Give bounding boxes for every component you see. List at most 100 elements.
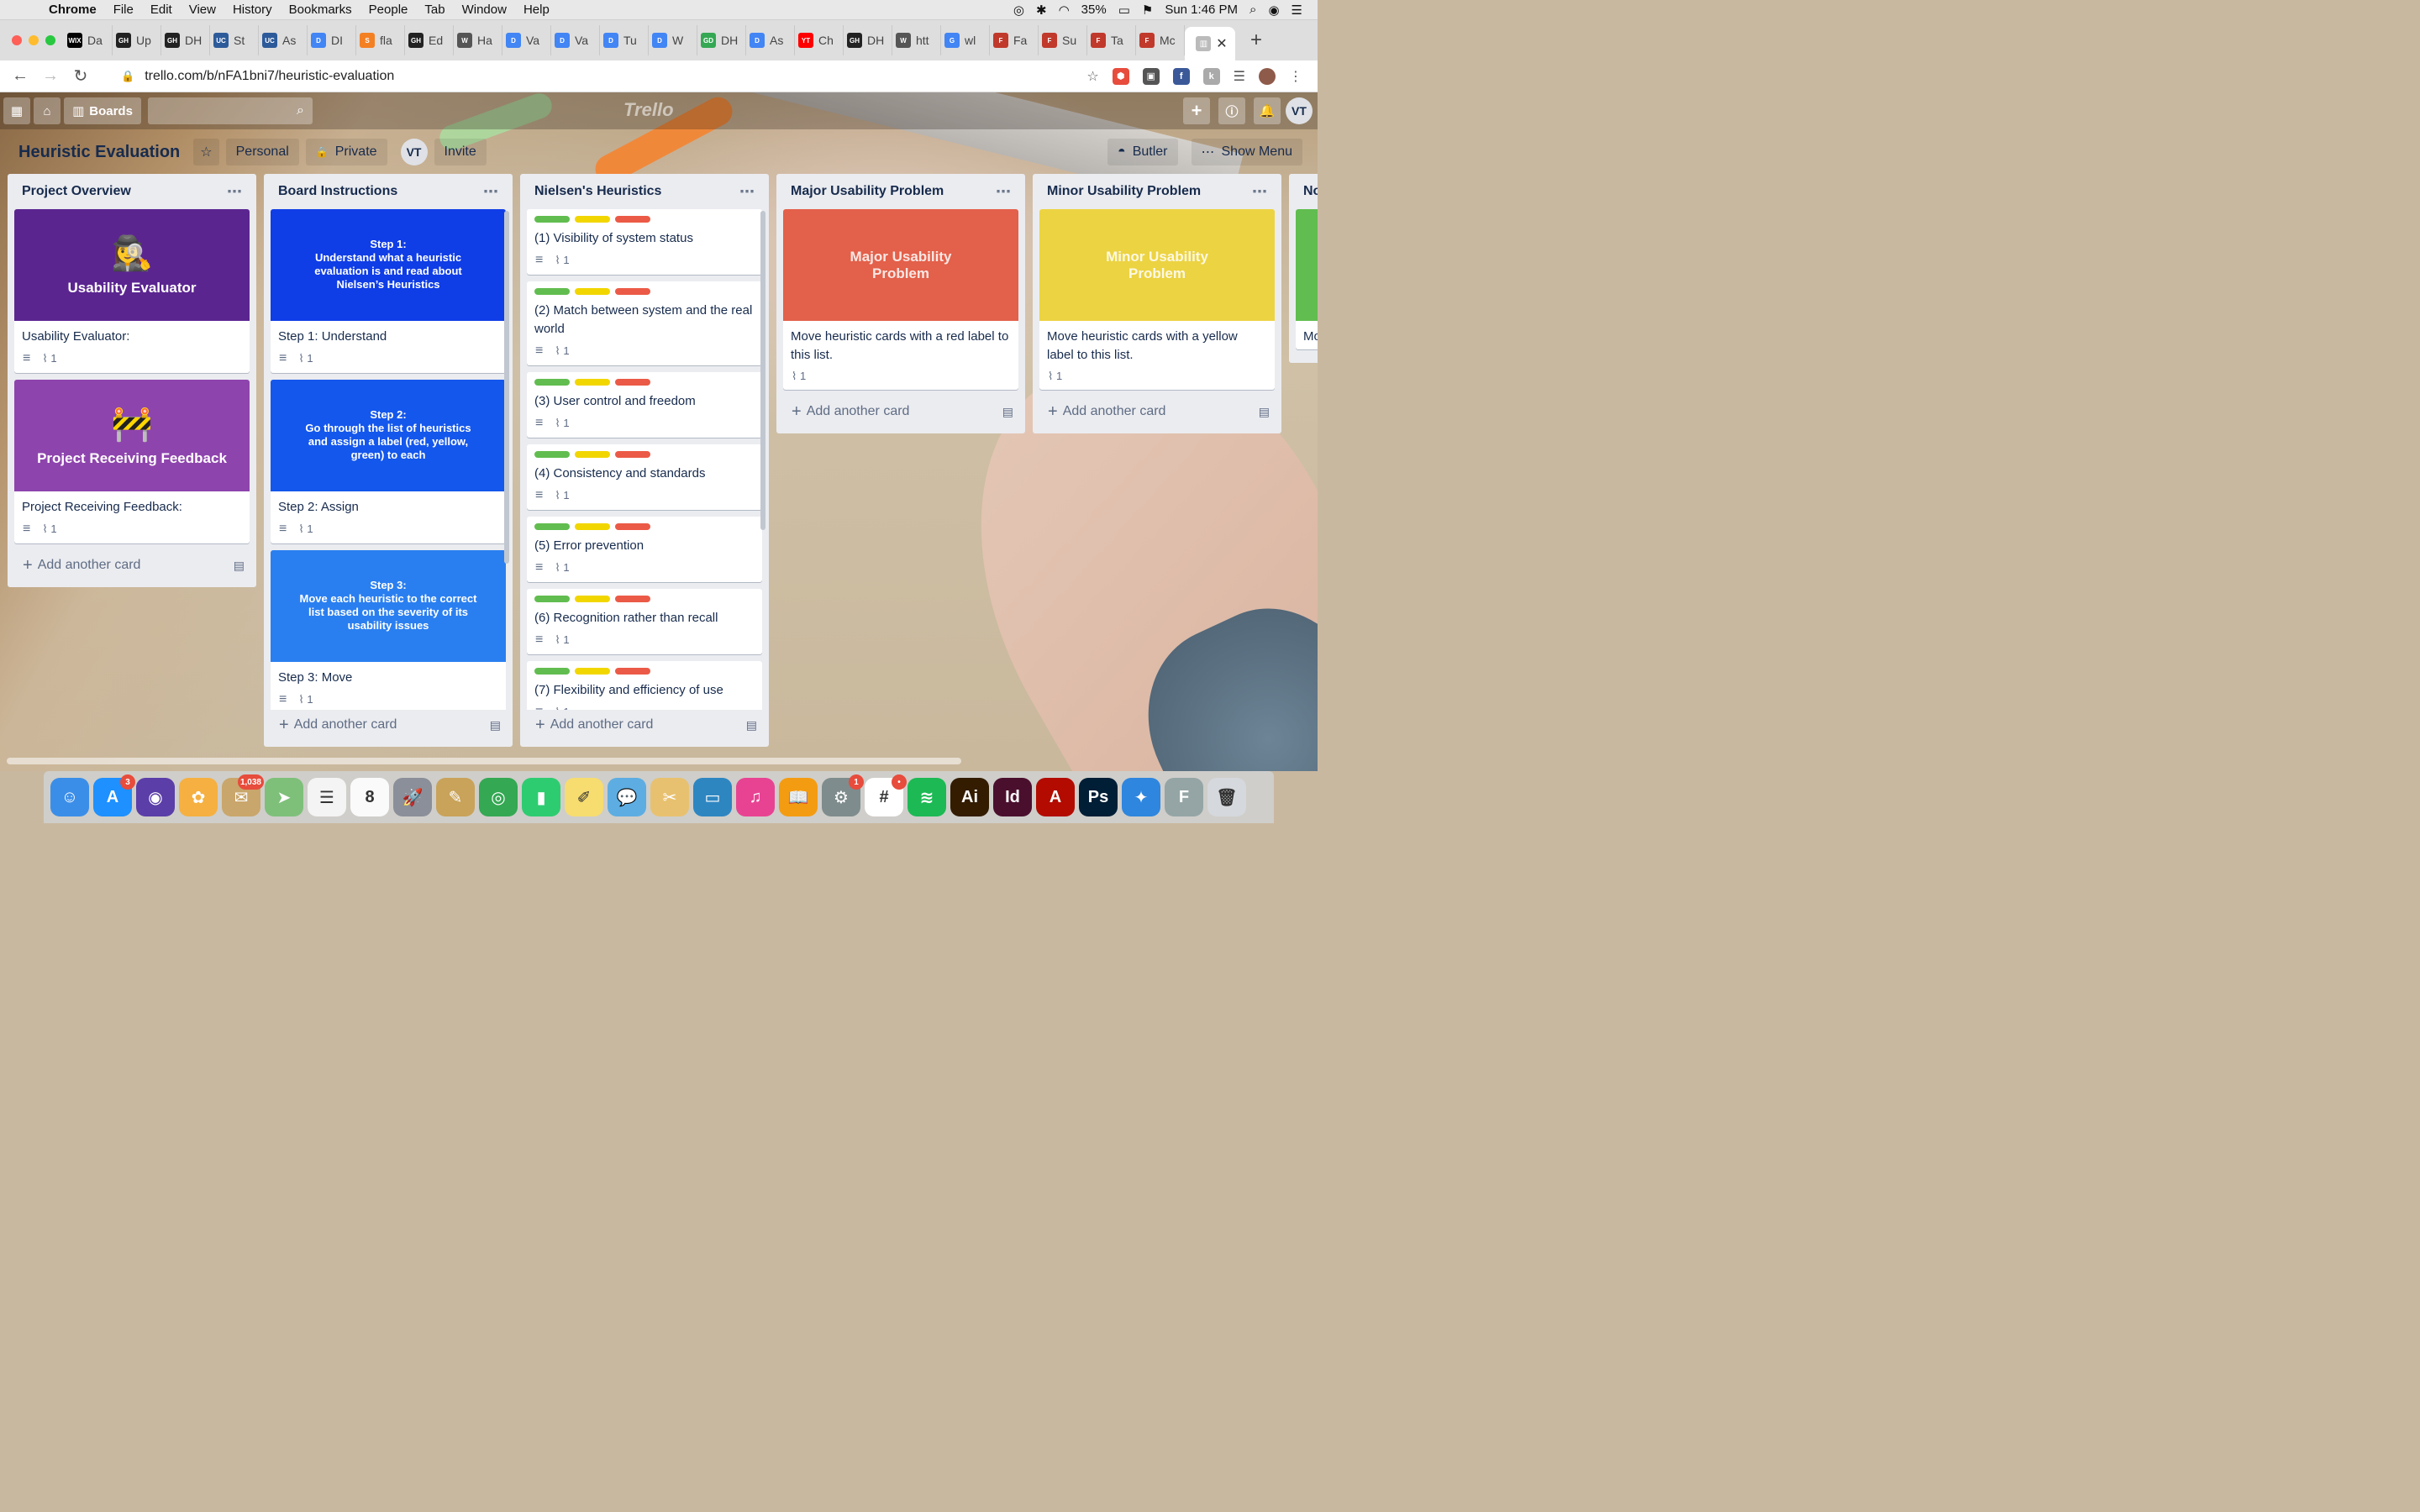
- browser-tab[interactable]: GH DH: [844, 25, 892, 55]
- card-label[interactable]: [575, 523, 610, 530]
- extension-facebook-icon[interactable]: f: [1172, 67, 1190, 85]
- card[interactable]: Step 2: Go through the list of heuristics…: [271, 380, 506, 543]
- card[interactable]: (6) Recognition rather than recall ≡ ⌇ 1: [527, 589, 762, 654]
- search-input[interactable]: ⌕: [148, 97, 313, 124]
- add-card-button[interactable]: + Add another card ▤: [14, 550, 250, 580]
- list-header[interactable]: No: [1296, 174, 1318, 209]
- url-field[interactable]: 🔒 trello.com/b/nFA1bni7/heuristic-evalua…: [121, 69, 394, 84]
- show-menu-button[interactable]: ⋯ Show Menu: [1191, 139, 1302, 165]
- list-menu-icon[interactable]: ⋯: [996, 183, 1018, 201]
- wifi-icon[interactable]: ◠: [1059, 3, 1070, 18]
- browser-tab[interactable]: F Mc: [1136, 25, 1185, 55]
- card[interactable]: (2) Match between system and the real wo…: [527, 281, 762, 365]
- card-label[interactable]: [534, 668, 570, 675]
- card[interactable]: (5) Error prevention ≡ ⌇ 1: [527, 517, 762, 582]
- browser-tab[interactable]: D Tu: [600, 25, 649, 55]
- add-card-button[interactable]: + Add another card ▤: [271, 710, 506, 740]
- card-label[interactable]: [615, 523, 650, 530]
- card-label[interactable]: [534, 596, 570, 602]
- bell-icon[interactable]: 🔔: [1254, 97, 1281, 124]
- menu-window[interactable]: Window: [462, 3, 507, 17]
- apps-grid-icon[interactable]: ▦: [3, 97, 30, 124]
- card-label[interactable]: [534, 451, 570, 458]
- back-arrow-icon[interactable]: ←: [5, 66, 35, 86]
- browser-tab[interactable]: YT Ch: [795, 25, 844, 55]
- browser-tab[interactable]: Whtt: [892, 25, 941, 55]
- card[interactable]: (4) Consistency and standards ≡ ⌇ 1: [527, 444, 762, 510]
- card-label[interactable]: [575, 668, 610, 675]
- minimize-window-button[interactable]: [29, 35, 39, 45]
- browser-tab[interactable]: D Va: [551, 25, 600, 55]
- dock-photoshop-icon[interactable]: Ps: [1079, 778, 1118, 816]
- dock-font-book-icon[interactable]: F: [1165, 778, 1203, 816]
- card-label[interactable]: [615, 288, 650, 295]
- chrome-menu-icon[interactable]: ⋮: [1289, 68, 1302, 85]
- list-menu-icon[interactable]: ⋯: [227, 183, 250, 201]
- trello-logo[interactable]: Trello: [623, 99, 674, 121]
- list-header[interactable]: Project Overview ⋯: [14, 174, 250, 209]
- card[interactable]: (3) User control and freedom ≡ ⌇ 1: [527, 372, 762, 438]
- card[interactable]: (1) Visibility of system status ≡ ⌇ 1: [527, 209, 762, 275]
- siri-icon[interactable]: ◉: [1268, 3, 1279, 18]
- team-button[interactable]: Personal: [225, 139, 299, 165]
- reading-list-icon[interactable]: ☰: [1234, 68, 1245, 85]
- browser-tab[interactable]: F Ta: [1087, 25, 1136, 55]
- spotlight-icon[interactable]: ⌕: [1249, 3, 1256, 17]
- add-card-button[interactable]: + Add another card ▤: [1039, 396, 1275, 427]
- horizontal-scrollbar[interactable]: [0, 756, 1318, 766]
- dock-books-icon[interactable]: 📖: [779, 778, 818, 816]
- browser-tab[interactable]: W Ha: [454, 25, 502, 55]
- menu-tab[interactable]: Tab: [424, 3, 445, 17]
- close-tab-icon[interactable]: ✕: [1216, 35, 1227, 52]
- dock-slack-icon[interactable]: # •: [865, 774, 907, 816]
- close-window-button[interactable]: [12, 35, 22, 45]
- butler-button[interactable]: ◓ Butler: [1107, 139, 1178, 165]
- info-icon[interactable]: ⓘ: [1218, 97, 1245, 124]
- browser-tab[interactable]: F Fa: [990, 25, 1039, 55]
- clock[interactable]: Sun 1:46 PM: [1165, 3, 1238, 17]
- dock-reminders-icon[interactable]: ☰: [308, 778, 346, 816]
- browser-tab[interactable]: F Su: [1039, 25, 1087, 55]
- card-template-icon[interactable]: ▤: [490, 718, 501, 732]
- card-label[interactable]: [615, 668, 650, 675]
- card[interactable]: Major Usability Problem Move heuristic ca…: [783, 209, 1018, 390]
- member-avatar[interactable]: VT: [1286, 97, 1313, 124]
- card-label[interactable]: [615, 216, 650, 223]
- list-title[interactable]: Minor Usability Problem: [1047, 184, 1201, 199]
- browser-tab[interactable]: D As: [746, 25, 795, 55]
- list-header[interactable]: Nielsen's Heuristics ⋯: [527, 174, 762, 209]
- list-title[interactable]: Nielsen's Heuristics: [534, 184, 661, 199]
- list-header[interactable]: Major Usability Problem ⋯: [783, 174, 1018, 209]
- card-label[interactable]: [615, 451, 650, 458]
- card-label[interactable]: [575, 288, 610, 295]
- dock-chrome-icon[interactable]: ◎: [479, 778, 518, 816]
- card-label[interactable]: [575, 216, 610, 223]
- lock-icon[interactable]: 🔒: [121, 70, 134, 83]
- menu-edit[interactable]: Edit: [150, 3, 172, 17]
- dock-maps-icon[interactable]: ➤: [265, 778, 303, 816]
- card-label[interactable]: [615, 596, 650, 602]
- dock-siri-icon[interactable]: ◉: [136, 778, 175, 816]
- menu-view[interactable]: View: [189, 3, 216, 17]
- browser-tab[interactable]: Sfla: [356, 25, 405, 55]
- list-menu-icon[interactable]: ⋯: [1252, 183, 1275, 201]
- dock-indesign-icon[interactable]: Id: [993, 778, 1032, 816]
- zoom-window-button[interactable]: [45, 35, 55, 45]
- extension-cast-icon[interactable]: ▣: [1142, 67, 1160, 85]
- dock-calendar-icon[interactable]: 8: [350, 778, 389, 816]
- card[interactable]: Minor Usability Problem Move heuristic ca…: [1039, 209, 1275, 390]
- card[interactable]: (7) Flexibility and efficiency of use ≡ ⌇ …: [527, 661, 762, 710]
- browser-tab[interactable]: GH DH: [161, 25, 210, 55]
- add-card-button[interactable]: + Add another card ▤: [527, 710, 762, 740]
- star-icon[interactable]: ☆: [193, 139, 219, 165]
- dock-keynote-icon[interactable]: ▭: [693, 778, 732, 816]
- notification-center-icon[interactable]: ☰: [1292, 3, 1302, 18]
- home-icon[interactable]: ⌂: [34, 97, 60, 124]
- card-label[interactable]: [575, 379, 610, 386]
- card-template-icon[interactable]: ▤: [1259, 405, 1270, 419]
- browser-tab[interactable]: GH Up: [113, 25, 161, 55]
- dock-launchpad-icon[interactable]: 🚀: [393, 778, 432, 816]
- list-title[interactable]: Project Overview: [22, 184, 131, 199]
- browser-tab[interactable]: D Va: [502, 25, 551, 55]
- dock-acrobat-icon[interactable]: A: [1036, 778, 1075, 816]
